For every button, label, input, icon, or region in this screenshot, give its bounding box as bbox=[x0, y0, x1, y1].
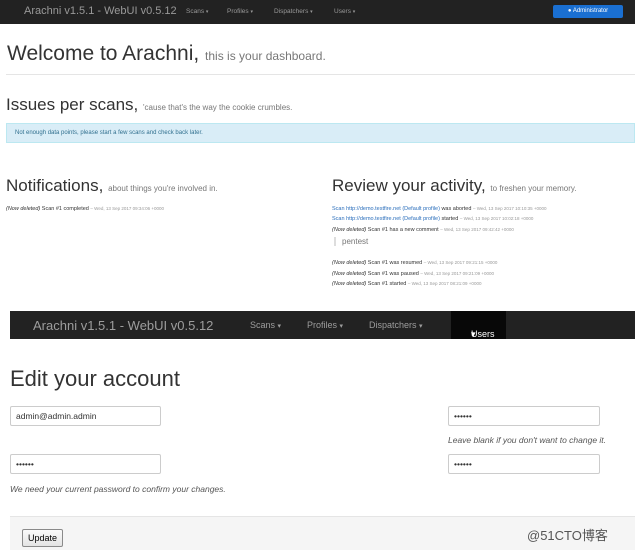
notifications-subtitle: about things you're involved in. bbox=[108, 184, 218, 193]
bottom-nav-profiles[interactable]: Profiles ▾ bbox=[307, 320, 343, 330]
bottom-nav-scans[interactable]: Scans ▾ bbox=[250, 320, 281, 330]
review-heading: Review your activity, to freshen your me… bbox=[332, 176, 577, 195]
top-nav-dispatchers[interactable]: Dispatchers ▾ bbox=[274, 8, 313, 15]
password-confirmation-field[interactable]: •••••• bbox=[448, 454, 600, 474]
activity-item: (Now deleted) Scan #1 was paused – Wed, … bbox=[332, 271, 494, 277]
activity-item: Scan http://demo.testfire.net (Default p… bbox=[332, 206, 547, 212]
info-alert: Not enough data points, please start a f… bbox=[6, 123, 635, 143]
bottom-nav-users[interactable]: Users ▾ bbox=[451, 311, 506, 339]
activity-item: (Now deleted) Scan #1 started – Wed, 13 … bbox=[332, 281, 482, 287]
notifications-heading: Notifications, about things you're invol… bbox=[6, 176, 218, 195]
bottom-brand[interactable]: Arachni v1.5.1 - WebUI v0.5.12 bbox=[33, 318, 213, 333]
user-icon: ● bbox=[567, 8, 572, 14]
update-button[interactable]: Update bbox=[22, 529, 64, 547]
bottom-nav-dispatchers[interactable]: Dispatchers ▾ bbox=[369, 320, 423, 330]
notification-item: (Now deleted) Scan #1 completed – Wed, 1… bbox=[6, 206, 165, 212]
password-help: Leave blank if you don't want to change … bbox=[448, 435, 607, 445]
top-navbar: Arachni v1.5.1 - WebUI v0.5.12 Scans ▾ P… bbox=[0, 0, 635, 24]
chevron-down-icon: ▾ bbox=[310, 9, 313, 15]
activity-item: Scan http://demo.testfire.net (Default p… bbox=[332, 216, 534, 222]
page-title: Edit your account bbox=[10, 366, 180, 391]
chevron-down-icon: ▾ bbox=[277, 323, 282, 330]
administrator-button[interactable]: ● Administrator bbox=[553, 5, 623, 18]
chevron-down-icon: ▾ bbox=[250, 9, 254, 15]
top-nav-scans[interactable]: Scans ▾ bbox=[186, 8, 208, 15]
top-brand[interactable]: Arachni v1.5.1 - WebUI v0.5.12 bbox=[24, 5, 177, 17]
chevron-down-icon: ▾ bbox=[471, 329, 476, 339]
activity-item: (Now deleted) Scan #1 has a new comment … bbox=[332, 227, 514, 233]
issues-heading: Issues per scans, 'cause that's the way … bbox=[6, 95, 293, 114]
current-password-field[interactable]: •••••• bbox=[10, 454, 161, 474]
welcome-heading: Welcome to Arachni, this is your dashboa… bbox=[7, 42, 326, 65]
divider bbox=[6, 74, 635, 75]
scan-link[interactable]: Scan http://demo.testfire.net (Default p… bbox=[332, 206, 440, 212]
bottom-navbar: Arachni v1.5.1 - WebUI v0.5.12 Scans ▾ P… bbox=[10, 311, 635, 339]
activity-comment: pentest bbox=[334, 237, 368, 246]
chevron-down-icon: ▾ bbox=[419, 323, 423, 330]
scan-link[interactable]: Scan http://demo.testfire.net (Default p… bbox=[332, 216, 440, 222]
top-nav-users[interactable]: Users ▾ bbox=[334, 8, 355, 15]
welcome-subtitle: this is your dashboard. bbox=[205, 49, 326, 63]
watermark: @51CTO博客 bbox=[527, 528, 608, 543]
issues-subtitle: 'cause that's the way the cookie crumble… bbox=[143, 103, 293, 112]
current-password-help: We need your current password to confirm… bbox=[10, 484, 226, 494]
chevron-down-icon: ▾ bbox=[205, 9, 209, 15]
activity-item: (Now deleted) Scan #1 was resumed – Wed,… bbox=[332, 260, 498, 266]
chevron-down-icon: ▾ bbox=[339, 323, 344, 330]
top-nav-profiles[interactable]: Profiles ▾ bbox=[227, 8, 253, 15]
review-subtitle: to freshen your memory. bbox=[490, 184, 577, 193]
email-field[interactable]: admin@admin.admin bbox=[10, 406, 161, 426]
chevron-down-icon: ▾ bbox=[352, 9, 356, 15]
password-field[interactable]: •••••• bbox=[448, 406, 600, 426]
